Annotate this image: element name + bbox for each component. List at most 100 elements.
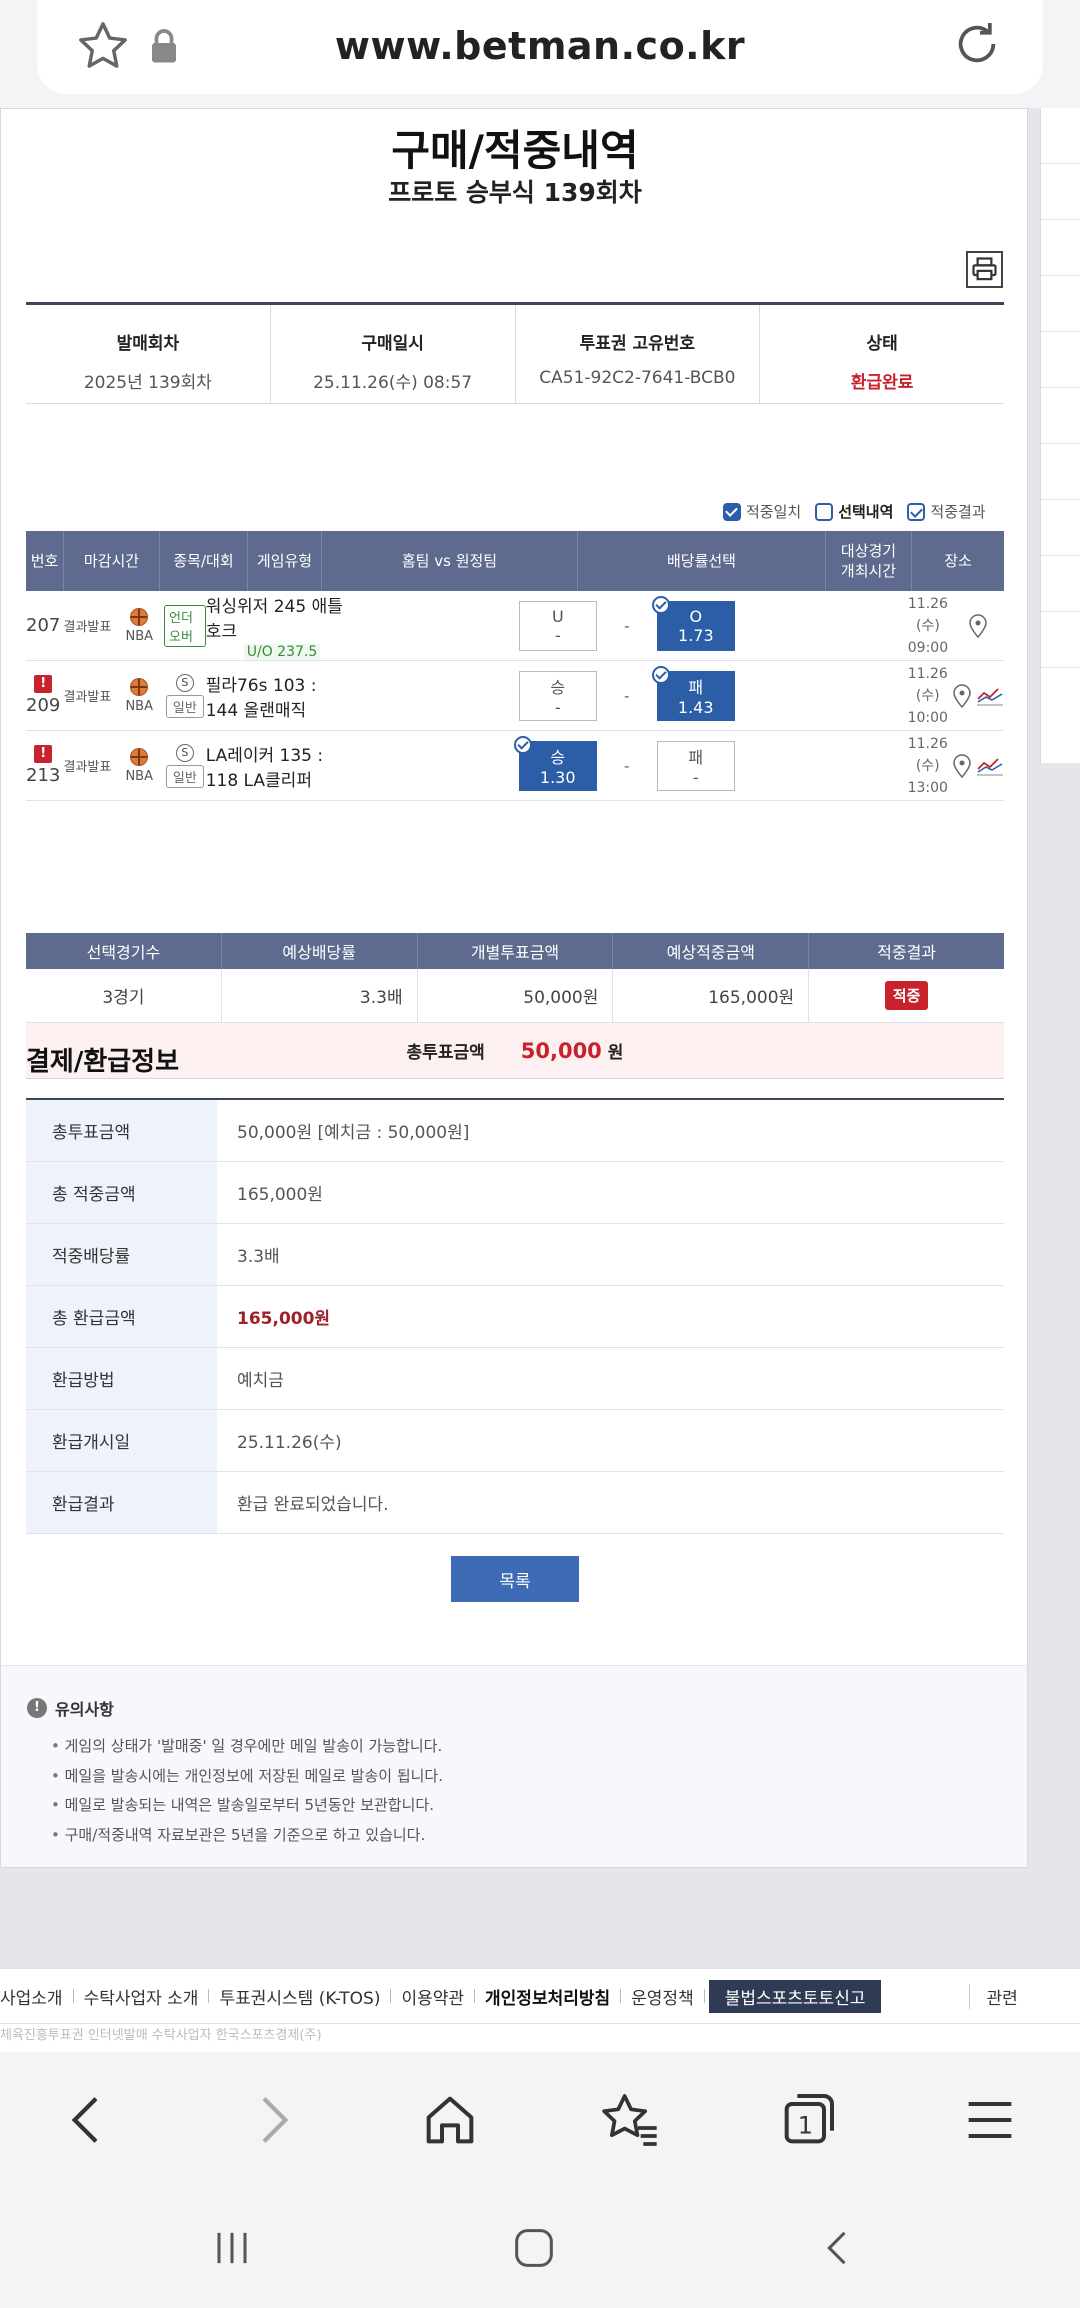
summary-col-count: 선택경기수 — [26, 933, 222, 969]
selected-checkbox-icon[interactable] — [815, 502, 834, 521]
back-icon[interactable] — [56, 2088, 120, 2152]
system-back-icon[interactable] — [812, 2222, 864, 2274]
payment-value: 165,000원 — [237, 1185, 323, 1205]
col-close: 마감시간 — [64, 531, 160, 591]
footer-link-privacy[interactable]: 개인정보처리방침 — [475, 1984, 620, 2009]
game-type-tag: 일반 — [165, 694, 204, 718]
trend-chart-icon[interactable] — [976, 755, 1004, 777]
print-button[interactable] — [966, 251, 1003, 288]
reload-icon[interactable] — [949, 16, 1005, 72]
games-table-header: 번호 마감시간 종목/대회 게임유형 홈팀 vs 원정팀 배당률선택 대상경기 개… — [26, 531, 1004, 591]
total-bet-amount: 50,000 — [520, 1039, 602, 1063]
games-table: 번호 마감시간 종목/대회 게임유형 홈팀 vs 원정팀 배당률선택 대상경기 개… — [26, 531, 1004, 801]
info-icon: ! — [27, 1698, 47, 1718]
check-icon — [651, 665, 670, 684]
payment-value: 3.3배 — [237, 1247, 280, 1267]
hit-badge: 적중 — [884, 981, 929, 1010]
list-button[interactable]: 목록 — [451, 1556, 579, 1602]
forward-icon[interactable] — [240, 2088, 304, 2152]
odds-right-value: 1.73 — [678, 625, 714, 645]
odds-left-box[interactable]: U- — [518, 600, 597, 651]
footer-link-ktos[interactable]: 투표권시스템 (K-TOS) — [209, 1984, 390, 2009]
warning-icon: ! — [34, 675, 53, 693]
game-league: NBA — [125, 628, 154, 644]
address-bar[interactable]: www.betman.co.kr — [37, 0, 1043, 94]
footer-link-about[interactable]: 사업소개 — [0, 1984, 73, 2009]
location-pin-icon[interactable] — [968, 613, 988, 639]
payment-value: 25.11.26(수) — [237, 1433, 342, 1453]
page-content: 구매/적중내역 프로토 승부식 139회차 발매회차 2025년 139회차 구매… — [0, 108, 1028, 1868]
game-no: 207 — [26, 615, 61, 636]
legend: 적중일치 선택내역 적중결과 — [723, 501, 986, 522]
col-date: 대상경기 개최시간 — [826, 531, 912, 591]
table-row: 207 결과발표 NBA 언더오버 워싱위저 245 애틀호크 U/O 237.5… — [26, 591, 1004, 661]
status-label: 상태 — [866, 334, 898, 354]
url-text[interactable]: www.betman.co.kr — [37, 24, 1043, 68]
basketball-icon — [130, 747, 149, 766]
odds-left-value: - — [554, 625, 561, 645]
odds-right-label: O — [689, 606, 703, 626]
location-pin-icon[interactable] — [952, 753, 972, 779]
tab-count: 1 — [798, 2111, 813, 2139]
footer-link-trustee[interactable]: 수탁사업자 소개 — [74, 1984, 209, 2009]
bookmarks-icon[interactable] — [598, 2088, 662, 2152]
payment-key: 환급개시일 — [26, 1410, 217, 1471]
legend-hit: 적중일치 — [746, 503, 802, 521]
trend-chart-icon[interactable] — [976, 685, 1004, 707]
home-icon[interactable] — [418, 2088, 482, 2152]
purchase-label: 구매일시 — [361, 334, 424, 354]
game-time: 13:00 — [907, 779, 948, 796]
match-text: 필라76s 103 : 144 올랜매직 — [205, 675, 317, 721]
summary-row: 3경기 3.3배 50,000원 165,000원 적중 — [26, 969, 1004, 1023]
summary-col-expected: 예상적중금액 — [613, 933, 810, 969]
home-button-icon[interactable] — [508, 2222, 560, 2274]
odds-mid: - — [624, 686, 630, 705]
purchase-value: 25.11.26(수) 08:57 — [313, 373, 473, 393]
list-item: 게임의 상태가 '발매중' 일 경우에만 메일 발송이 가능합니다. — [51, 1732, 443, 1762]
hit-match-checkbox-icon[interactable] — [723, 502, 741, 521]
payment-value: 50,000원 [예치금 : 50,000원] — [237, 1123, 470, 1143]
col-match: 홈팀 vs 원정팀 — [322, 531, 578, 591]
game-league: NBA — [125, 768, 153, 784]
notice-box: ! 유의사항 게임의 상태가 '발매중' 일 경우에만 메일 발송이 가능합니다.… — [1, 1665, 1027, 1867]
payment-key: 적중배당률 — [26, 1224, 217, 1285]
footer-link-policy[interactable]: 운영정책 — [621, 1984, 704, 2009]
footer-link-terms[interactable]: 이용약관 — [391, 1984, 474, 2009]
tabs-icon[interactable]: 1 — [776, 2088, 840, 2152]
odds-left-value: 1.30 — [539, 768, 576, 787]
location-pin-icon[interactable] — [952, 683, 972, 709]
payment-key: 총 적중금액 — [26, 1162, 217, 1223]
payment-key: 총 환급금액 — [26, 1286, 217, 1347]
table-row: 환급개시일 25.11.26(수) — [26, 1410, 1004, 1472]
payment-key: 환급결과 — [26, 1472, 217, 1533]
odds-left-box[interactable]: 승- — [518, 670, 597, 721]
summary-odds: 3.3배 — [222, 969, 418, 1022]
odds-left-label: 승 — [550, 678, 566, 697]
payment-value: 165,000원 — [237, 1309, 331, 1329]
ticket-id-label: 투표권 고유번호 — [579, 334, 696, 354]
footer-link-related[interactable]: 관련 — [969, 1983, 1027, 2009]
odds-left-box-selected[interactable]: 승 1.30 — [513, 735, 597, 791]
ticket-id-value: CA51-92C2-7641-BCB0 — [539, 368, 736, 388]
payment-table: 총투표금액 50,000원 [예치금 : 50,000원] 총 적중금액 165,0… — [26, 1098, 1004, 1534]
total-bet-unit: 원 — [607, 1043, 624, 1063]
odds-right-box-selected[interactable]: 패 1.43 — [651, 665, 735, 721]
game-type-tag: 일반 — [165, 764, 204, 788]
summary-col-odds: 예상배당률 — [222, 933, 418, 969]
game-no: 213 — [26, 765, 61, 786]
table-row: ! 209 결과발표 NBA S 일반 필라76s 103 : 144 올랜매직 승… — [26, 661, 1004, 731]
recent-apps-icon[interactable] — [206, 2222, 258, 2274]
status-value: 환급완료 — [850, 373, 914, 393]
table-row: 총 적중금액 165,000원 — [26, 1162, 1004, 1224]
odds-right-label: 패 — [688, 748, 704, 767]
footer-link-report[interactable]: 불법스포츠토토신고 — [708, 1979, 882, 2013]
payment-value: 예치금 — [237, 1371, 284, 1391]
game-date: 11.26 (수) — [907, 665, 948, 704]
result-checkbox-icon[interactable] — [907, 502, 926, 521]
payment-key: 총투표금액 — [26, 1100, 217, 1161]
odds-left-label: 승 — [550, 748, 566, 767]
odds-right-box[interactable]: 패- — [656, 740, 735, 791]
menu-icon[interactable] — [958, 2088, 1022, 2152]
odds-right-box-selected[interactable]: O 1.73 — [651, 595, 735, 651]
total-bet-label: 총투표금액 — [406, 1043, 485, 1063]
